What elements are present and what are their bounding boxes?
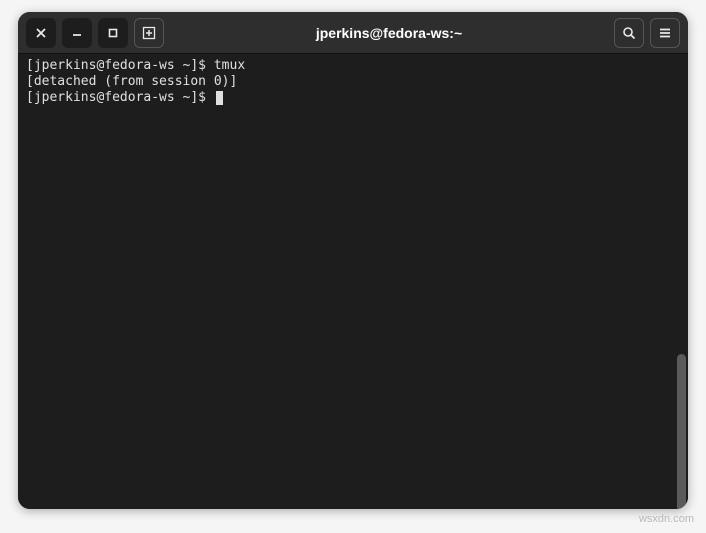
close-button[interactable] [26, 18, 56, 48]
prompt-text: [jperkins@fedora-ws ~]$ [26, 90, 214, 105]
terminal-body[interactable]: [jperkins@fedora-ws ~]$ tmux [detached (… [18, 54, 688, 509]
terminal-line: [jperkins@fedora-ws ~]$ tmux [26, 58, 680, 74]
titlebar-left-controls [26, 18, 164, 48]
hamburger-icon [658, 26, 672, 40]
minimize-icon [72, 28, 82, 38]
search-button[interactable] [614, 18, 644, 48]
titlebar-right-controls [614, 18, 680, 48]
new-tab-icon [142, 26, 156, 40]
cursor [216, 91, 223, 105]
titlebar: jperkins@fedora-ws:~ [18, 12, 688, 54]
search-icon [622, 26, 636, 40]
maximize-button[interactable] [98, 18, 128, 48]
menu-button[interactable] [650, 18, 680, 48]
new-tab-button[interactable] [134, 18, 164, 48]
watermark: wsxdn.com [639, 513, 694, 525]
terminal-line: [detached (from session 0)] [26, 74, 680, 90]
terminal-window: jperkins@fedora-ws:~ [jperkins@fedora-ws… [18, 12, 688, 509]
maximize-icon [108, 28, 118, 38]
terminal-line: [jperkins@fedora-ws ~]$ [26, 90, 680, 106]
minimize-button[interactable] [62, 18, 92, 48]
window-title: jperkins@fedora-ws:~ [170, 25, 608, 41]
close-icon [36, 28, 46, 38]
scrollbar-thumb[interactable] [677, 354, 686, 509]
